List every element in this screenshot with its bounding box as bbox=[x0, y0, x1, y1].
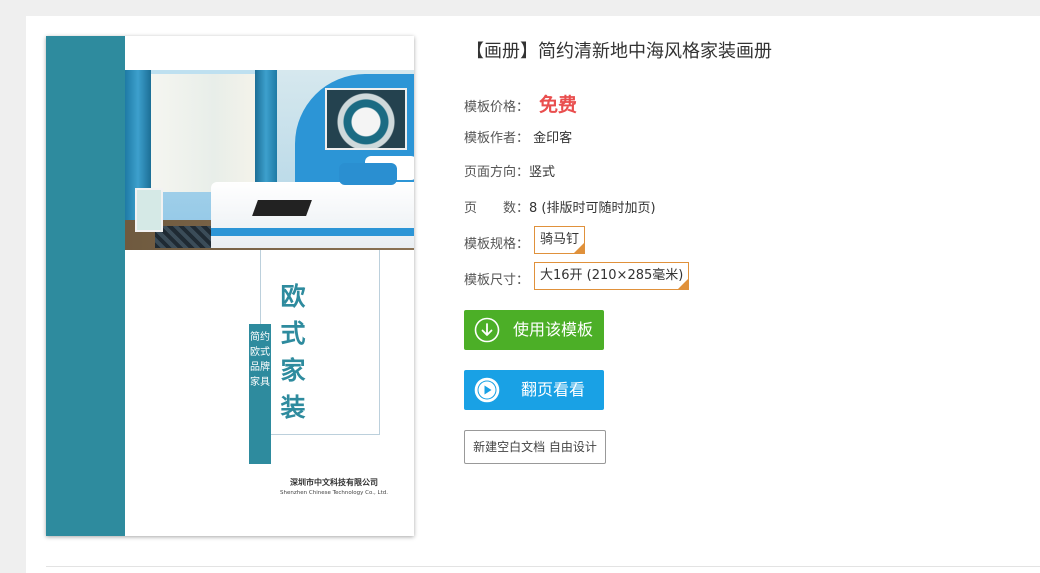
pages-value: 8 (排版时可随时加页) bbox=[529, 201, 656, 216]
bottom-divider bbox=[46, 566, 1040, 567]
check-corner-icon: ✓ bbox=[677, 278, 690, 299]
size-value: 大16开 (210×285毫米) bbox=[540, 268, 684, 283]
orientation-value: 竖式 bbox=[529, 165, 556, 180]
cover-subtitle: 简约欧式品牌家具 bbox=[249, 324, 271, 464]
cover-company-cn: 深圳市中文科技有限公司 bbox=[290, 478, 378, 487]
author-row: 模板作者： 金印客 bbox=[464, 127, 572, 146]
price-label: 模板价格： bbox=[464, 100, 530, 115]
orientation-row: 页面方向：竖式 bbox=[464, 161, 555, 180]
price-row: 模板价格： bbox=[464, 96, 529, 115]
flip-view-label: 翻页看看 bbox=[521, 380, 586, 399]
author-label: 模板作者： bbox=[464, 131, 530, 146]
spec-row: 模板规格： bbox=[464, 233, 529, 252]
author-value: 金印客 bbox=[533, 131, 573, 146]
flip-view-button[interactable]: 翻页看看 bbox=[464, 370, 604, 410]
spec-option-tag[interactable]: 骑马钉 ✓ bbox=[534, 226, 586, 263]
product-title: 【画册】简约清新地中海风格家装画册 bbox=[466, 41, 772, 62]
template-cover-preview[interactable]: 简约欧式品牌家具 欧式家装 深圳市中文科技有限公司 Shenzhen Chine… bbox=[46, 36, 414, 536]
orientation-label: 页面方向： bbox=[464, 165, 530, 180]
size-label: 模板尺寸： bbox=[464, 273, 530, 288]
spec-label: 模板规格： bbox=[464, 237, 530, 252]
cover-bedroom-photo bbox=[125, 70, 414, 250]
size-row: 模板尺寸： bbox=[464, 269, 529, 288]
cover-company-en: Shenzhen Chinese Technology Co., Ltd. bbox=[280, 490, 388, 496]
play-circle-icon bbox=[474, 377, 500, 403]
size-option-tag[interactable]: 大16开 (210×285毫米) ✓ bbox=[534, 262, 690, 299]
new-blank-document-button[interactable]: 新建空白文档 自由设计 bbox=[464, 430, 606, 464]
pages-row: 页 数：8 (排版时可随时加页) bbox=[464, 197, 656, 216]
check-corner-icon: ✓ bbox=[573, 242, 586, 263]
use-template-label: 使用该模板 bbox=[513, 320, 594, 339]
price-value: 免费 bbox=[539, 94, 578, 116]
cover-main-title: 欧式家装 bbox=[280, 282, 306, 422]
download-circle-icon bbox=[474, 317, 500, 343]
pages-label: 页 数： bbox=[464, 201, 530, 216]
use-template-button[interactable]: 使用该模板 bbox=[464, 310, 604, 350]
cover-side-stripe bbox=[46, 36, 125, 536]
